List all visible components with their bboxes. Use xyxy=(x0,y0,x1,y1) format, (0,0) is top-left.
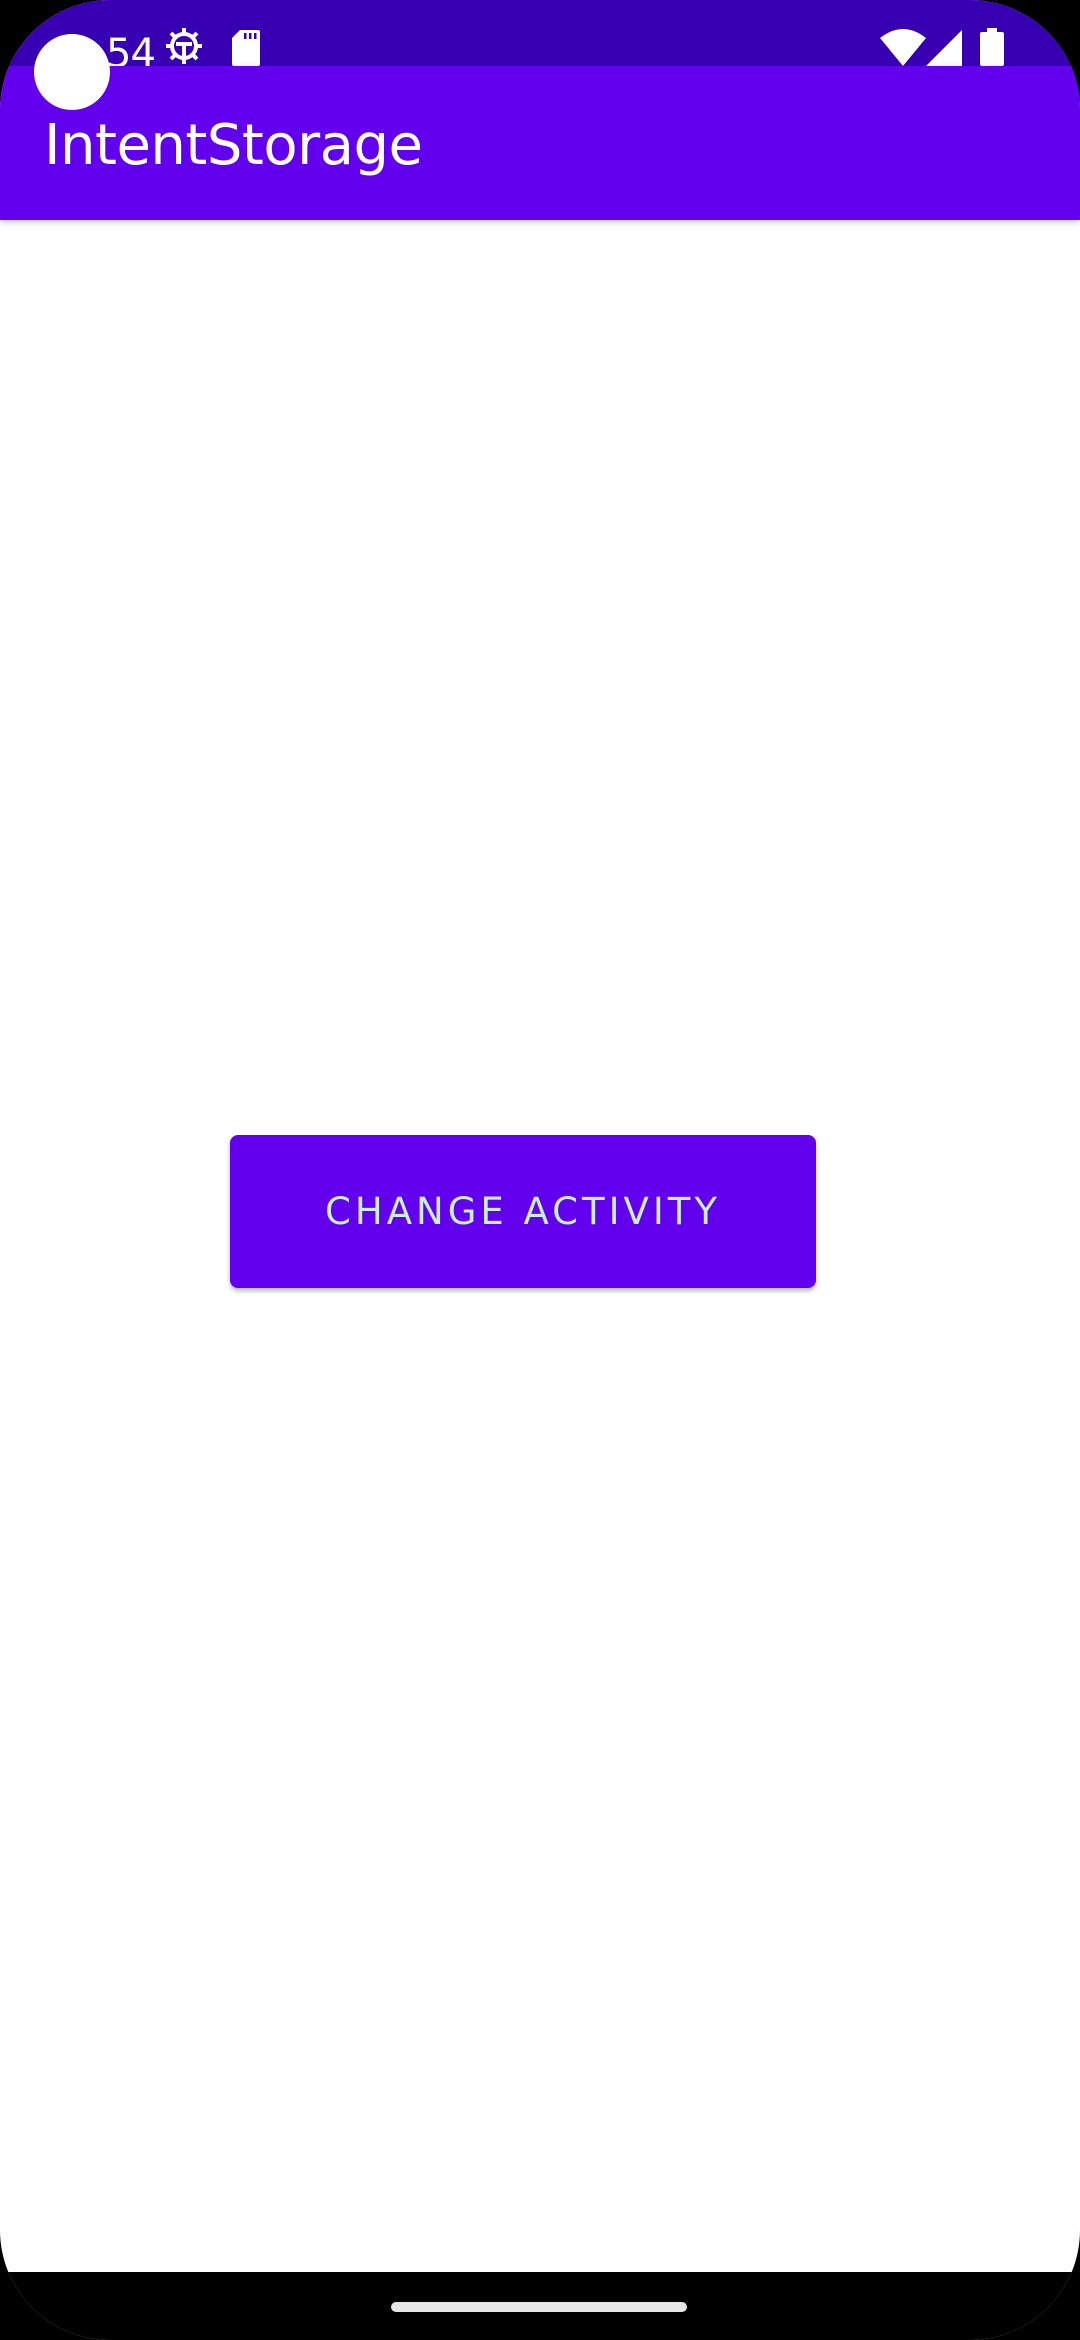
sd-card-icon xyxy=(232,30,260,66)
home-gesture-handle[interactable] xyxy=(391,2302,687,2312)
gear-icon xyxy=(166,28,202,64)
wifi-icon xyxy=(880,29,926,66)
battery-icon xyxy=(980,28,1004,66)
change-activity-button[interactable]: CHANGE ACTIVITY xyxy=(230,1135,816,1288)
status-bar: 54 xyxy=(0,0,1080,74)
app-bar: IntentStorage xyxy=(0,66,1080,220)
app-title: IntentStorage xyxy=(44,113,423,178)
camera-cutout xyxy=(34,34,110,110)
app-screen: 54 IntentStorage CHANGE ACTIVITY xyxy=(0,0,1080,2340)
signal-icon xyxy=(926,30,962,66)
